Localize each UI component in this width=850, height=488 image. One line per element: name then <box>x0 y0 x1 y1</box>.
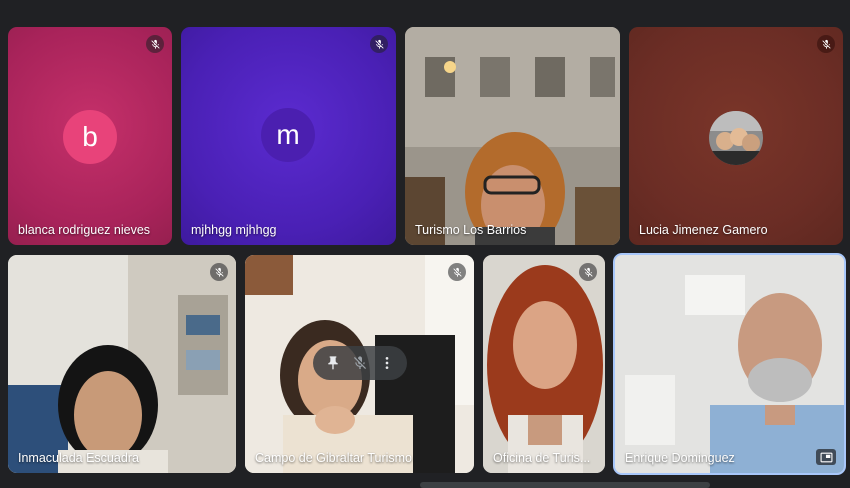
participant-name: Lucia Jimenez Gamero <box>639 223 768 237</box>
mic-off-icon <box>817 35 835 53</box>
avatar: b <box>63 110 117 164</box>
participant-name: blanca rodriguez nieves <box>18 223 151 237</box>
participant-tile[interactable]: Enrique Dominguez <box>613 253 846 475</box>
scroll-indicator <box>420 482 710 488</box>
participant-name: Turismo Los Barrios <box>415 223 527 237</box>
avatar <box>709 111 763 165</box>
pin-icon[interactable] <box>322 352 344 374</box>
more-vert-icon[interactable] <box>376 352 398 374</box>
participant-video <box>615 255 844 473</box>
participant-tile[interactable]: m mjhhgg mjhhgg <box>181 27 396 245</box>
participant-name: Campo de Gibraltar Turismo <box>255 451 413 465</box>
mic-off-icon <box>146 35 164 53</box>
participant-name: Enrique Dominguez <box>625 451 735 465</box>
participant-tile[interactable]: Oficina de Turis... <box>483 255 605 473</box>
participant-tile[interactable]: Inmaculada Escuadra <box>8 255 236 473</box>
participant-video <box>483 255 605 473</box>
participant-name: mjhhgg mjhhgg <box>191 223 277 237</box>
avatar: m <box>261 108 315 162</box>
mic-off-icon <box>210 263 228 281</box>
mic-off-icon <box>370 35 388 53</box>
picture-in-picture-icon[interactable] <box>816 449 836 465</box>
participant-name: Oficina de Turis... <box>493 451 591 465</box>
participant-video <box>405 27 620 245</box>
participant-tile[interactable]: Lucia Jimenez Gamero <box>629 27 843 245</box>
participant-name: Inmaculada Escuadra <box>18 451 139 465</box>
participant-tile[interactable]: Turismo Los Barrios <box>405 27 620 245</box>
mic-off-icon <box>448 263 466 281</box>
mic-off-icon <box>579 263 597 281</box>
participant-tile[interactable]: b blanca rodriguez nieves <box>8 27 172 245</box>
tile-hover-toolbar <box>313 346 407 380</box>
mic-off-icon[interactable] <box>349 352 371 374</box>
participant-video <box>8 255 236 473</box>
